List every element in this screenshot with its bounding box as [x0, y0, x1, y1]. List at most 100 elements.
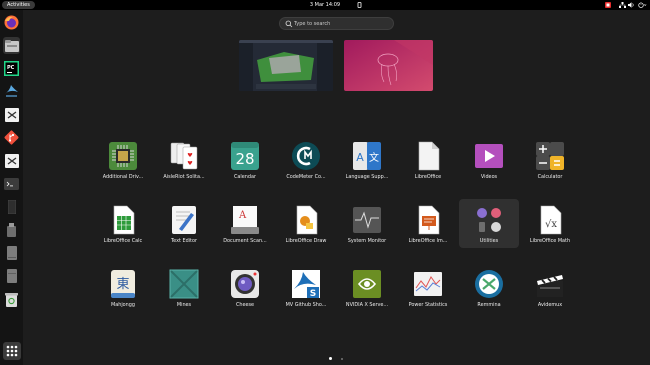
dock-usb-drive[interactable]: [3, 221, 20, 238]
document-icon: [418, 141, 440, 171]
folder-icon: [477, 208, 501, 232]
dock-remmina[interactable]: [3, 106, 20, 123]
cards-icon: [170, 142, 198, 170]
app-libreoffice-math[interactable]: √x LibreOffice Math: [520, 203, 580, 258]
app-mahjongg[interactable]: 東 Mahjongg: [93, 267, 153, 322]
app-label: Language Supp...: [345, 174, 389, 180]
app-label: CodeMeter Co...: [286, 174, 326, 180]
app-label: Document Scan...: [223, 238, 267, 244]
app-indicator-icon[interactable]: [605, 2, 611, 8]
remmina-icon: [475, 270, 503, 298]
app-label: System Monitor: [347, 238, 387, 244]
dock-wireshark[interactable]: [3, 83, 20, 100]
app-aisleriot[interactable]: AisleRiot Solita...: [154, 139, 214, 194]
app-libreoffice-calc[interactable]: LibreOffice Calc: [93, 203, 153, 258]
app-cheese[interactable]: Cheese: [215, 267, 275, 322]
terminal-icon: [4, 177, 19, 190]
monitor-icon: [353, 207, 381, 233]
app-calculator[interactable]: Calculator: [520, 139, 580, 194]
svg-text:A: A: [356, 151, 364, 164]
search-input[interactable]: [294, 19, 389, 29]
app-remmina[interactable]: Remmina: [459, 267, 519, 322]
app-power-statistics[interactable]: Power Statistics: [398, 267, 458, 322]
calendar-icon: 28: [231, 142, 259, 170]
app-additional-drivers[interactable]: Additional Driv...: [93, 139, 153, 194]
pycharm-icon: PC: [4, 61, 19, 76]
app-document-scanner[interactable]: A Document Scan...: [215, 203, 275, 258]
dock-pycharm[interactable]: PC: [3, 60, 20, 77]
app-system-monitor[interactable]: System Monitor: [337, 203, 397, 258]
workspace-thumbnail-2[interactable]: [344, 40, 433, 91]
app-label: Videos: [480, 174, 498, 180]
svg-text:東: 東: [116, 276, 129, 292]
usb-drive-icon: [7, 222, 16, 237]
dock-remmina-2[interactable]: [3, 152, 20, 169]
app-text-editor[interactable]: Text Editor: [154, 203, 214, 258]
dock-drive-3[interactable]: [3, 267, 20, 284]
search-icon: [285, 20, 293, 28]
page-indicator-2[interactable]: [341, 358, 343, 360]
app-language-support[interactable]: A文 Language Supp...: [337, 139, 397, 194]
app-label: LibreOffice Math: [529, 238, 571, 244]
dock-drive-1[interactable]: [3, 198, 20, 215]
volume-icon[interactable]: [628, 2, 635, 8]
wireshark-fin-icon: [5, 85, 18, 97]
app-mv-github[interactable]: S MV Github Sho...: [276, 267, 336, 322]
math-icon: √x: [540, 205, 562, 235]
network-icon[interactable]: [619, 2, 626, 8]
workspace-preview-image: [239, 40, 333, 91]
app-label: Remmina: [477, 302, 501, 308]
page-indicator-1[interactable]: [329, 357, 332, 360]
camera-icon: [231, 270, 259, 298]
dock-firefox[interactable]: [3, 14, 20, 31]
scanner-icon: A: [231, 206, 259, 234]
svg-text:A: A: [238, 210, 247, 221]
svg-text:PC: PC: [7, 65, 15, 71]
app-libreoffice-impress[interactable]: LibreOffice Im...: [398, 203, 458, 258]
app-label: Power Statistics: [408, 302, 448, 308]
app-libreoffice-draw[interactable]: LibreOffice Draw: [276, 203, 336, 258]
app-videos[interactable]: Videos: [459, 139, 519, 194]
app-calendar[interactable]: 28 Calendar: [215, 139, 275, 194]
dock-git[interactable]: [3, 129, 20, 146]
dock-drive-2[interactable]: [3, 244, 20, 261]
nvidia-icon: [353, 270, 381, 298]
files-icon: [4, 39, 19, 52]
chip-icon: [109, 142, 137, 170]
app-label: MV Github Sho...: [285, 302, 327, 308]
drive-icon: [6, 245, 17, 260]
app-label: LibreOffice: [414, 174, 442, 180]
wallpaper-image: [344, 40, 433, 91]
power-icon[interactable]: [638, 2, 647, 8]
app-folder-utilities[interactable]: Utilities: [459, 199, 519, 248]
dock-trash[interactable]: [3, 291, 20, 308]
notification-icon[interactable]: [357, 2, 362, 8]
dock-files[interactable]: [3, 37, 20, 54]
app-avidemux[interactable]: Avidemux: [520, 267, 580, 322]
app-codemeter[interactable]: CodeMeter Co...: [276, 139, 336, 194]
app-mines[interactable]: Mines: [154, 267, 214, 322]
svg-text:√x: √x: [545, 219, 557, 230]
workspace-thumbnail-1[interactable]: [239, 40, 333, 91]
app-nvidia-settings[interactable]: NVIDIA X Serve...: [337, 267, 397, 322]
app-label: Cheese: [235, 302, 255, 308]
activities-button[interactable]: Activities: [2, 1, 35, 9]
search-bar: [279, 17, 394, 30]
dock-terminal[interactable]: [3, 175, 20, 192]
app-label: Additional Driv...: [102, 174, 144, 180]
app-label: Mahjongg: [111, 302, 135, 308]
git-icon: [4, 130, 19, 145]
draw-icon: [296, 205, 318, 235]
clock[interactable]: 3 Mar 14:09: [310, 2, 340, 8]
app-label: LibreOffice Im...: [408, 238, 448, 244]
drive-icon: [6, 268, 17, 283]
app-label: Text Editor: [171, 238, 197, 244]
firefox-icon: [4, 15, 19, 30]
app-libreoffice[interactable]: LibreOffice: [398, 139, 458, 194]
app-label: Utilities: [479, 238, 499, 244]
show-apps-button[interactable]: [3, 342, 21, 360]
language-icon: A文: [353, 142, 381, 170]
matlab-icon: S: [292, 270, 320, 299]
svg-text:S: S: [310, 289, 316, 299]
power-stats-icon: [414, 272, 442, 296]
